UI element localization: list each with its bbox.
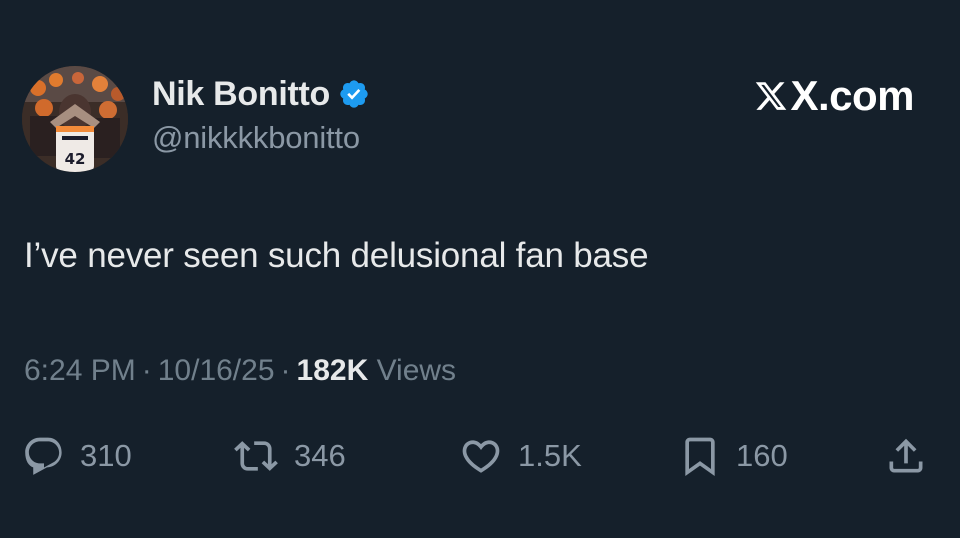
share-icon	[884, 434, 928, 478]
bookmark-count: 160	[736, 438, 788, 473]
reply-count: 310	[80, 438, 132, 473]
bookmark-icon	[678, 434, 722, 478]
reply-icon	[22, 434, 66, 478]
tweet-actions: 310 346 1.5K 160	[0, 432, 960, 480]
tweet-time[interactable]: 6:24 PM	[24, 354, 136, 387]
brand-text: X.com	[790, 72, 914, 119]
meta-separator: ·	[280, 354, 291, 387]
share-button[interactable]	[884, 432, 928, 480]
repost-icon	[232, 434, 280, 478]
tweet-text: I’ve never seen such delusional fan base	[24, 236, 649, 275]
tweet-meta: 6:24 PM · 10/16/25 · 182K Views	[24, 354, 456, 388]
bookmark-button[interactable]: 160	[678, 432, 788, 480]
reply-button[interactable]: 310	[22, 432, 132, 480]
x-logo-icon	[754, 79, 788, 113]
author-display-name[interactable]: Nik Bonitto	[152, 75, 330, 114]
tweet-card: 42 Nik Bonitto @nikkkkbonitto X.com I’ve…	[0, 0, 960, 538]
author-handle[interactable]: @nikkkkbonitto	[152, 120, 360, 156]
avatar-photo: 42	[22, 66, 128, 172]
heart-icon	[458, 434, 504, 478]
verified-badge-icon	[338, 78, 370, 110]
meta-separator: ·	[141, 354, 152, 387]
views-count: 182K	[296, 354, 369, 387]
repost-count: 346	[294, 438, 346, 473]
tweet-date[interactable]: 10/16/25	[158, 354, 275, 387]
like-button[interactable]: 1.5K	[458, 432, 582, 480]
avatar[interactable]: 42	[22, 66, 128, 172]
views-label: Views	[376, 354, 457, 387]
brand-watermark: X.com	[754, 72, 914, 120]
avatar-jersey-number: 42	[65, 150, 86, 168]
repost-button[interactable]: 346	[232, 432, 346, 480]
like-count: 1.5K	[518, 438, 582, 473]
author-name-row: Nik Bonitto	[152, 72, 370, 116]
